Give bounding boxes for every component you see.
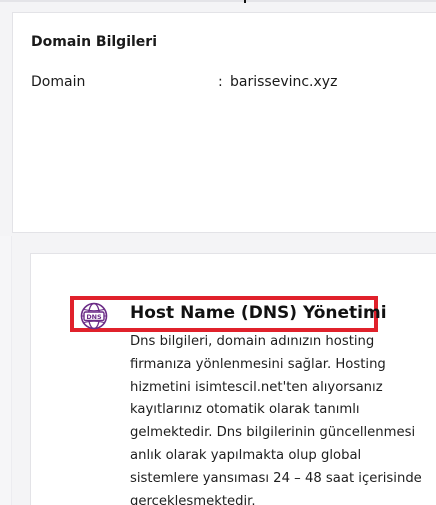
- top-marker: [244, 0, 246, 3]
- domain-separator: :: [218, 74, 223, 90]
- dns-management-description: Dns bilgileri, domain adınızın hosting f…: [130, 334, 422, 505]
- dns-management-title: Host Name (DNS) Yönetimi: [130, 303, 387, 323]
- domain-label: Domain: [31, 74, 86, 90]
- domain-info-card: Domain Bilgileri Domain : barissevinc.xy…: [12, 12, 436, 233]
- domain-value: barissevinc.xyz: [230, 74, 338, 90]
- left-panel-strip: [0, 236, 12, 505]
- domain-info-title: Domain Bilgileri: [31, 34, 157, 50]
- top-divider: [0, 0, 436, 2]
- globe-dns-icon: DNS: [80, 302, 108, 330]
- dns-icon-text: DNS: [86, 313, 102, 321]
- page: Domain Bilgileri Domain : barissevinc.xy…: [0, 0, 436, 505]
